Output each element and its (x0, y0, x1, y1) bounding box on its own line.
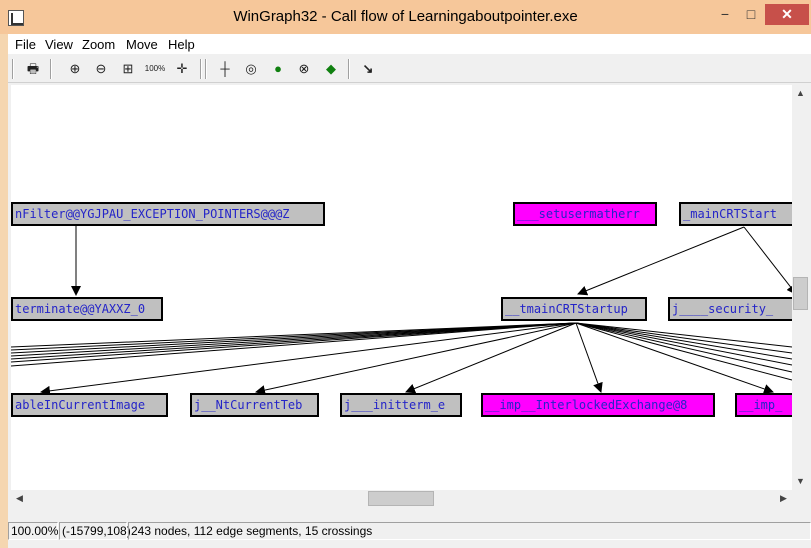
window-title: WinGraph32 - Call flow of Learningaboutp… (233, 8, 578, 25)
status-zoom: 100.00% (8, 522, 58, 540)
fisheye-green-icon[interactable]: ● (267, 58, 289, 80)
graph-edges (11, 225, 792, 396)
node-tmaincrtstartup[interactable]: __tmainCRTStartup (501, 297, 647, 321)
toolbar-separator (200, 59, 202, 79)
vertical-scroll-thumb[interactable] (793, 277, 808, 310)
edge-fan-right (575, 322, 792, 381)
scroll-down-icon[interactable]: ▼ (792, 473, 809, 490)
layout-icon[interactable]: ┼ (214, 58, 236, 80)
edge-main-to-tmain (577, 226, 745, 296)
toolbar-separator (12, 59, 14, 79)
menu-move[interactable]: Move (126, 37, 158, 52)
menu-view[interactable]: View (45, 37, 73, 52)
node-imp-partial[interactable]: __imp_ (735, 393, 792, 417)
node-ntcurrentteb[interactable]: j__NtCurrentTeb (190, 393, 319, 417)
fisheye-icon[interactable]: ◎ (240, 58, 262, 80)
node-filter[interactable]: nFilter@@YGJPAU_EXCEPTION_POINTERS@@@Z (11, 202, 325, 226)
scroll-left-icon[interactable]: ◀ (11, 490, 28, 507)
toolbar-separator (348, 59, 350, 79)
edge-fan-right (575, 322, 792, 360)
toolbar: 🖶 ⊕ ⊖ ⊞ 100% ✛ ┼ ◎ ● ⊗ ◆ ↘ (8, 55, 811, 83)
fisheye-box-icon[interactable]: ◆ (320, 58, 342, 80)
edge-fan-right (575, 322, 792, 354)
menu-help[interactable]: Help (168, 37, 195, 52)
edge-fan-right (575, 322, 792, 366)
edge-main-to-security (743, 226, 792, 295)
close-button[interactable]: ✕ (765, 4, 809, 25)
zoom-out-icon[interactable]: ⊖ (90, 58, 112, 80)
title-bar[interactable]: WinGraph32 - Call flow of Learningaboutp… (0, 0, 811, 34)
polar-icon[interactable]: ⊗ (293, 58, 315, 80)
edge-fan-right (575, 322, 792, 373)
node-initterm[interactable]: j___initterm_e (340, 393, 462, 417)
menu-zoom[interactable]: Zoom (82, 37, 115, 52)
graph-canvas[interactable]: nFilter@@YGJPAU_EXCEPTION_POINTERS@@@Z _… (11, 85, 792, 490)
status-summary: 243 nodes, 112 edge segments, 15 crossin… (128, 522, 811, 540)
application-window: WinGraph32 - Call flow of Learningaboutp… (0, 0, 811, 548)
center-icon[interactable]: ✛ (171, 58, 193, 80)
node-maincrtstart[interactable]: _mainCRTStart (679, 202, 792, 226)
client-area: File View Zoom Move Help 🖶 ⊕ ⊖ ⊞ 100% ✛ … (8, 34, 811, 548)
node-interlockedexchange[interactable]: __imp__InterlockedExchange@8 (481, 393, 715, 417)
status-coordinates: (-15799,108) (59, 522, 131, 540)
status-bar: 100.00% (-15799,108) 243 nodes, 112 edge… (8, 520, 811, 542)
toolbar-separator (205, 59, 207, 79)
horizontal-scrollbar[interactable]: ◀ ▶ (11, 490, 792, 507)
toolbar-separator (50, 59, 52, 79)
edge-fan-left (11, 322, 577, 363)
scroll-up-icon[interactable]: ▲ (792, 85, 809, 102)
edge-to-interlockedexchange (575, 322, 603, 393)
edge-fan-right (575, 322, 792, 348)
node-ableincurrentimage[interactable]: ableInCurrentImage (11, 393, 168, 417)
zoom-100-icon[interactable]: 100% (144, 58, 166, 80)
horizontal-scroll-thumb[interactable] (368, 491, 434, 506)
minimize-button[interactable]: − (712, 4, 738, 25)
node-setusermatherr[interactable]: ___setusermatherr (513, 202, 657, 226)
edge-to-imp (575, 322, 774, 394)
follow-edge-icon[interactable]: ↘ (357, 58, 379, 80)
maximize-button[interactable]: □ (738, 4, 764, 25)
node-terminate[interactable]: terminate@@YAXXZ_0 (11, 297, 163, 321)
node-security[interactable]: j____security_ (668, 297, 792, 321)
fit-window-icon[interactable]: ⊞ (117, 58, 139, 80)
menu-file[interactable]: File (15, 37, 36, 52)
scroll-right-icon[interactable]: ▶ (775, 490, 792, 507)
vertical-scrollbar[interactable]: ▲ ▼ (792, 85, 809, 490)
print-icon[interactable]: 🖶 (22, 58, 44, 80)
zoom-in-icon[interactable]: ⊕ (64, 58, 86, 80)
menu-bar: File View Zoom Move Help (8, 34, 811, 54)
